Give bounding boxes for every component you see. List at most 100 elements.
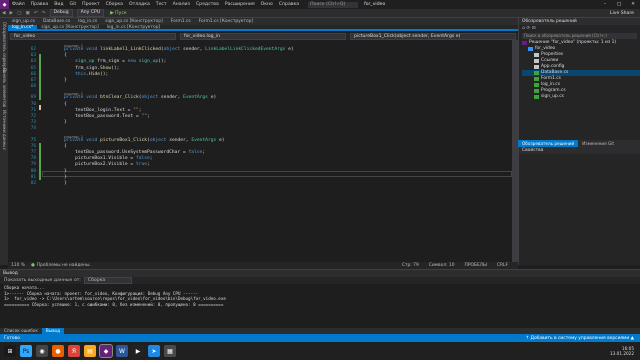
project-nav-combo[interactable]: for_video	[10, 33, 176, 40]
save-icon[interactable]: ▣	[23, 11, 31, 16]
menu-item-10[interactable]: Расширения	[222, 2, 258, 7]
tab-git-changes[interactable]: Изменения Git	[578, 140, 618, 147]
code-line[interactable]: sign_up frm_sign = new sign_up();	[64, 59, 166, 64]
code-line[interactable]: {	[64, 53, 67, 58]
maximize-icon[interactable]: □	[612, 2, 626, 7]
app-icon-2[interactable]: ▦	[164, 345, 176, 357]
code-line[interactable]: pictureBox2.Visible = true;	[64, 162, 150, 167]
code-line[interactable]: {	[64, 144, 67, 149]
solution-explorer: Обозреватель решений ⌂ ⟳ ⊟ Поиск в обозр…	[518, 18, 640, 140]
undo-icon[interactable]: ↶	[32, 11, 40, 16]
menu-item-9[interactable]: Средства	[193, 2, 222, 7]
menu-item-7[interactable]: Тест	[153, 2, 170, 7]
code-line[interactable]: pictureBox1.Visible = false;	[64, 156, 152, 161]
live-share-button[interactable]: Live Share	[610, 11, 634, 16]
menu-item-2[interactable]: Вид	[51, 2, 66, 7]
whitespace-mode[interactable]: ПРОБЕЛЫ	[465, 263, 487, 268]
code-line[interactable]: }	[64, 78, 67, 83]
document-tab[interactable]: log_in.cs*	[8, 25, 38, 31]
refresh-icon[interactable]: ⟳	[526, 26, 530, 31]
telegram-icon[interactable]: ➤	[148, 345, 160, 357]
menu-item-0[interactable]: Файл	[9, 2, 28, 7]
document-tab[interactable]: Form1.cs [Конструктор]	[195, 18, 258, 25]
output-source-select[interactable]: Сборка	[83, 277, 132, 284]
platform-select[interactable]: Any CPU	[76, 9, 105, 17]
line-number: 73	[30, 120, 36, 126]
search-input[interactable]: Поиск (Ctrl+Q)	[308, 1, 359, 8]
unsaved-change-marker	[39, 105, 41, 110]
app-icon-1[interactable]: ◉	[36, 345, 48, 357]
forward-icon[interactable]: ▶	[8, 11, 16, 16]
line-number: 75	[30, 137, 36, 143]
new-file-icon[interactable]: ▢	[15, 11, 23, 16]
class-nav-combo[interactable]: for_video.log_in	[180, 33, 346, 40]
code-line[interactable]: private void btnClear_Click(object sende…	[64, 95, 216, 100]
solution-tree-item[interactable]: sign_up.cs	[522, 94, 640, 100]
toolbar: ◀ ▶ ▢ ▣ ↶ ↷ Debug Any CPU ▶ Пуск Live Sh…	[0, 9, 640, 18]
code-line[interactable]: textBox_password.UseSystemPasswordChar =…	[64, 150, 205, 155]
menu-item-5[interactable]: Сборка	[103, 2, 126, 7]
line-number-gutter: 62 63 64 65 66 67 68 69 70 71 72 73 74 75 76 77 78 79 80 81…	[8, 40, 38, 262]
data-sources-tab[interactable]: Источники данных	[1, 110, 7, 150]
menu-item-3[interactable]: Git	[67, 2, 80, 7]
menu-item-1[interactable]: Правка	[28, 2, 51, 7]
photoshop-icon[interactable]: Ps	[20, 345, 32, 357]
document-tab[interactable]: Form1.cs	[167, 18, 195, 25]
document-tabs-row-2: log_in.cs* sign_up.cs [Конструктор] log_in…	[8, 25, 518, 31]
menu-bar: Файл Правка Вид Git Проект Сборка Отладка Тест А…	[9, 2, 302, 7]
code-line[interactable]: private void pictureBox1_Click(object se…	[64, 138, 225, 143]
word-icon[interactable]: W	[116, 345, 128, 357]
output-line: 1> for_video -> C:\Users\artem\source\re…	[4, 296, 226, 301]
code-line[interactable]: }	[64, 181, 67, 186]
line-number: Стр: 79	[401, 263, 419, 268]
code-line[interactable]: }	[64, 175, 67, 180]
redo-icon[interactable]: ↷	[40, 11, 48, 16]
code-line[interactable]: textBox_login.Text = "";	[64, 108, 141, 113]
back-icon[interactable]: ◀	[0, 11, 8, 16]
system-clock[interactable]: 16:05 13.01.2022	[610, 346, 634, 356]
start-button[interactable]: ▶ Пуск	[110, 11, 126, 16]
add-to-source-control[interactable]: ↑ Добавить в систему управления версиями…	[525, 336, 634, 341]
close-icon[interactable]: ✕	[626, 2, 640, 7]
code-editor[interactable]: 62 63 64 65 66 67 68 69 70 71 72 73 74 75 76 77 78 79 80 81…	[8, 40, 518, 262]
collapse-icon[interactable]: ⊟	[532, 26, 536, 31]
home-icon[interactable]: ⌂	[522, 26, 525, 31]
document-tab[interactable]: sign_up.cs	[8, 18, 39, 25]
code-line[interactable]: }	[64, 120, 67, 125]
zoom-level[interactable]: 110 %	[11, 263, 25, 268]
solution-search-input[interactable]: Поиск в обозреватель решений (Ctrl+;)	[522, 33, 637, 39]
file-icon	[534, 59, 539, 63]
code-line[interactable]: }	[64, 169, 67, 174]
start-menu-icon[interactable]: ⊞	[4, 345, 16, 357]
tab-solution-explorer[interactable]: Обозреватель решений	[518, 140, 579, 147]
menu-item-4[interactable]: Проект	[79, 2, 102, 7]
menu-item-6[interactable]: Отладка	[126, 2, 153, 7]
member-nav-combo[interactable]: pictureBox1_Click(object sender, EventAr…	[350, 33, 516, 40]
folder-icon[interactable]: ▤	[84, 345, 96, 357]
document-tab[interactable]: log_in.cs [Конструктор]	[103, 25, 165, 31]
menu-item-11[interactable]: Окно	[258, 2, 276, 7]
document-tab[interactable]: DataBase.cs	[39, 18, 74, 25]
menu-item-8[interactable]: Анализ	[170, 2, 193, 7]
line-ending[interactable]: CRLF	[497, 263, 508, 268]
menu-item-12[interactable]: Справка	[276, 2, 302, 7]
code-line[interactable]: textBox_password.Text = "";	[64, 114, 150, 119]
code-line[interactable]: frm_sign.Show();	[64, 66, 119, 71]
code-line[interactable]: private void linkLabel1_LinkClicked(obje…	[64, 47, 294, 52]
config-select[interactable]: Debug	[49, 9, 73, 17]
document-tab[interactable]: sign_up.cs [Конструктор]	[37, 25, 102, 31]
document-tab[interactable]: log_in.cs	[74, 18, 101, 25]
line-number: 65	[30, 65, 36, 71]
code-line[interactable]: this.Hide();	[64, 72, 108, 77]
yandex-browser-icon[interactable]: Я	[68, 345, 80, 357]
line-number: 76	[30, 143, 36, 149]
code-line[interactable]: {	[64, 102, 67, 107]
server-explorer-tab[interactable]: Обозреватель серверов	[1, 22, 7, 72]
toolbox-tab[interactable]: Панель элементов	[1, 68, 7, 107]
issues-status[interactable]: Проблемы не найдены.	[37, 263, 91, 268]
document-tab[interactable]: sign_up.cs [Конструктор]	[101, 18, 166, 25]
terminal-icon[interactable]: ▶	[132, 345, 144, 357]
visual-studio-icon[interactable]: ◆	[99, 344, 113, 358]
minimize-icon[interactable]: –	[598, 2, 612, 7]
firefox-icon[interactable]: ●	[52, 345, 64, 357]
